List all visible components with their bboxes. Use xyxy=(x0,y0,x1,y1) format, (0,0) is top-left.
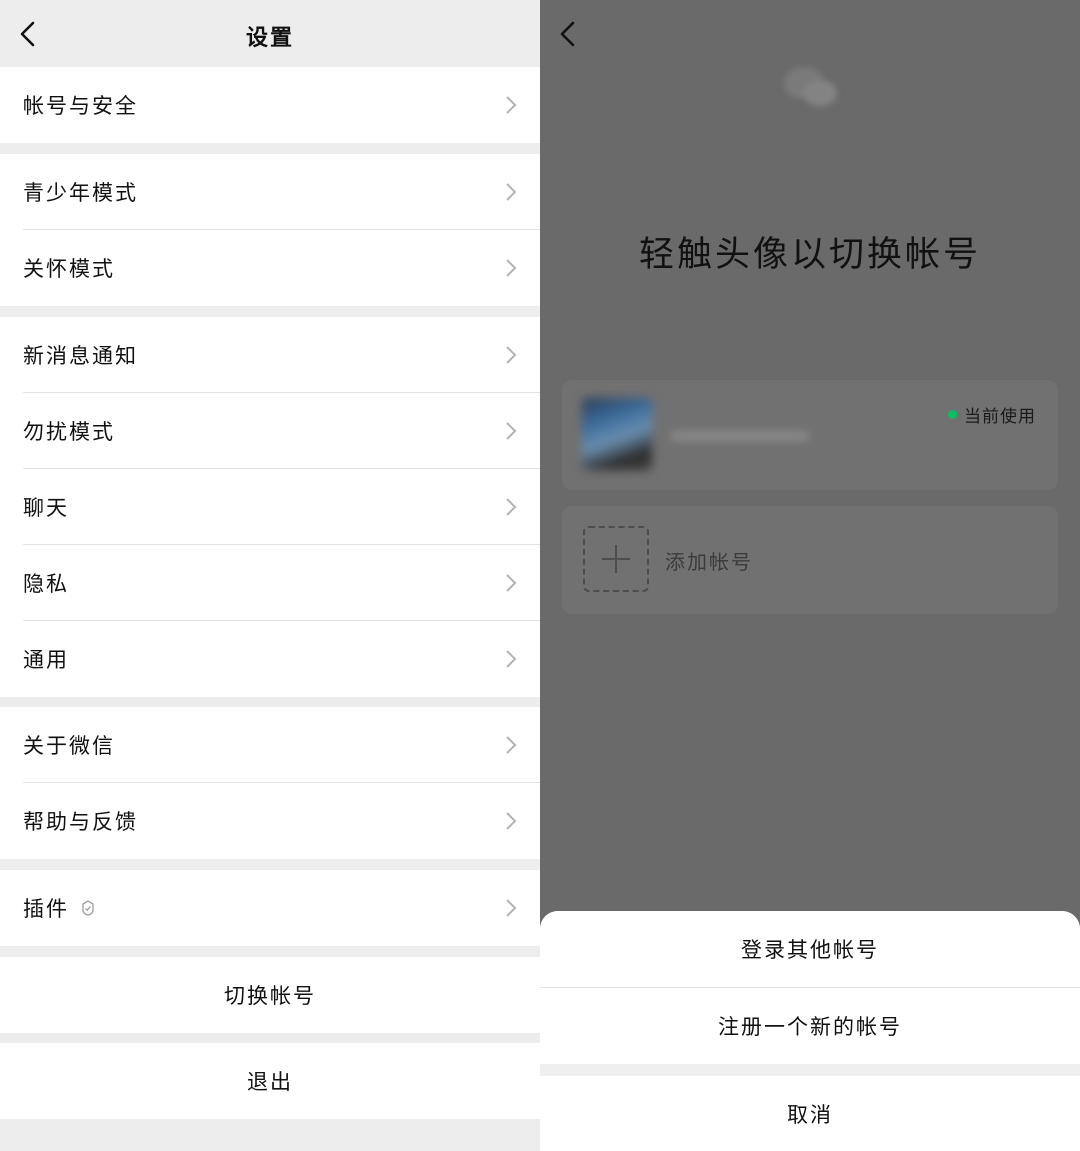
chevron-right-icon xyxy=(506,899,517,917)
chevron-right-icon xyxy=(506,346,517,364)
settings-item-label: 聊天 xyxy=(23,496,69,520)
plugin-icon xyxy=(82,900,94,916)
account-name-redacted xyxy=(670,430,810,442)
settings-item-notifications[interactable]: 新消息通知 xyxy=(0,317,540,393)
action-sheet: 登录其他帐号 注册一个新的帐号 取消 xyxy=(540,911,1080,1151)
add-account-label: 添加帐号 xyxy=(665,550,753,574)
settings-item-label: 插件 xyxy=(23,897,69,921)
chevron-right-icon xyxy=(506,422,517,440)
settings-nav-bar: 设置 xyxy=(0,0,540,67)
settings-item-account-security[interactable]: 帐号与安全 xyxy=(0,67,540,143)
switch-account-screen: 轻触头像以切换帐号 当前使用 添加帐号 登录其他帐号 注册一个新的帐号 取消 xyxy=(540,0,1080,1151)
back-arrow-icon[interactable] xyxy=(554,18,584,50)
chevron-right-icon xyxy=(506,96,517,114)
chevron-right-icon xyxy=(506,259,517,277)
settings-item-plugins[interactable]: 插件 xyxy=(0,870,540,946)
current-account-card[interactable]: 当前使用 xyxy=(562,380,1058,490)
settings-item-label: 关于微信 xyxy=(23,734,115,758)
settings-group-about: 关于微信 帮助与反馈 xyxy=(0,707,540,859)
settings-item-teen-mode[interactable]: 青少年模式 xyxy=(0,154,540,230)
logout-button[interactable]: 退出 xyxy=(0,1043,540,1119)
chevron-right-icon xyxy=(506,736,517,754)
status-dot-icon xyxy=(948,410,957,419)
avatar[interactable] xyxy=(582,398,652,470)
register-new-account-button[interactable]: 注册一个新的帐号 xyxy=(540,988,1080,1064)
chevron-right-icon xyxy=(506,574,517,592)
chevron-right-icon xyxy=(506,183,517,201)
chevron-right-icon xyxy=(506,812,517,830)
settings-group-plugins: 插件 xyxy=(0,870,540,946)
settings-item-label: 勿扰模式 xyxy=(23,420,115,444)
settings-item-label: 青少年模式 xyxy=(23,181,138,205)
settings-item-label: 关怀模式 xyxy=(23,257,115,281)
login-other-account-button[interactable]: 登录其他帐号 xyxy=(540,911,1080,987)
settings-item-label: 帐号与安全 xyxy=(23,94,138,118)
plus-icon xyxy=(583,526,649,592)
status-text: 当前使用 xyxy=(964,407,1036,427)
settings-item-chat[interactable]: 聊天 xyxy=(0,469,540,545)
cancel-button[interactable]: 取消 xyxy=(540,1076,1080,1151)
settings-group-general: 新消息通知 勿扰模式 聊天 隐私 通用 xyxy=(0,317,540,697)
settings-item-care-mode[interactable]: 关怀模式 xyxy=(0,230,540,306)
settings-item-label: 新消息通知 xyxy=(23,344,138,368)
settings-item-about-wechat[interactable]: 关于微信 xyxy=(0,707,540,783)
chevron-right-icon xyxy=(506,650,517,668)
switch-headline: 轻触头像以切换帐号 xyxy=(638,235,981,275)
chevron-right-icon xyxy=(506,498,517,516)
settings-item-help-feedback[interactable]: 帮助与反馈 xyxy=(0,783,540,859)
settings-item-privacy[interactable]: 隐私 xyxy=(0,545,540,621)
settings-group-account: 帐号与安全 xyxy=(0,67,540,143)
current-status-badge: 当前使用 xyxy=(948,402,1036,427)
settings-item-do-not-disturb[interactable]: 勿扰模式 xyxy=(0,393,540,469)
add-account-card[interactable]: 添加帐号 xyxy=(562,506,1058,614)
settings-item-general[interactable]: 通用 xyxy=(0,621,540,697)
wechat-logo-icon xyxy=(784,67,837,106)
settings-item-label: 隐私 xyxy=(23,572,69,596)
settings-item-label: 通用 xyxy=(23,648,69,672)
settings-group-modes: 青少年模式 关怀模式 xyxy=(0,154,540,306)
page-title: 设置 xyxy=(245,25,294,51)
switch-account-button[interactable]: 切换帐号 xyxy=(0,957,540,1033)
settings-screen: 设置 帐号与安全 青少年模式 关怀模式 新消息通知 勿扰模式 聊天 隐私 通用 … xyxy=(0,0,540,1151)
settings-item-label: 帮助与反馈 xyxy=(23,810,138,834)
